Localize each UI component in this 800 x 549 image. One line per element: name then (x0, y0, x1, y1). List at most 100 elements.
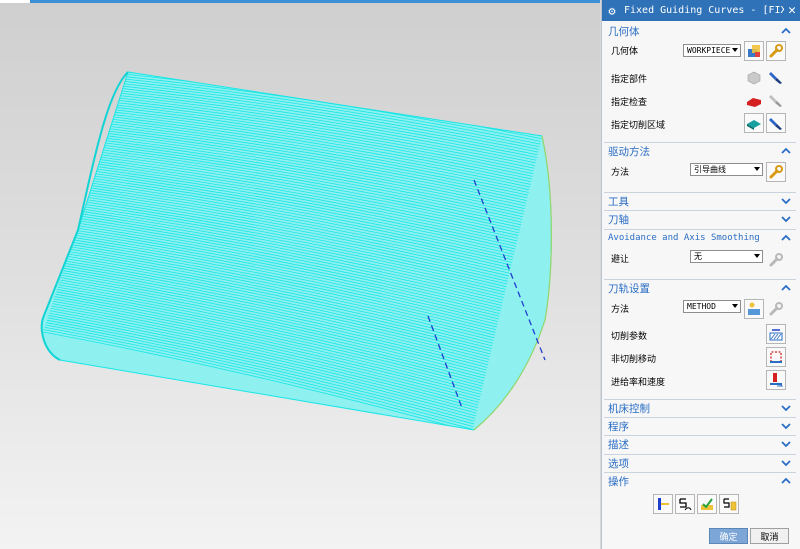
noncut-moves-button[interactable] (766, 347, 786, 367)
chevron-down-icon (781, 198, 791, 205)
chevron-down-icon (781, 405, 791, 412)
avoid-value: 无 (694, 252, 702, 261)
section-program-header[interactable]: 程序 (604, 417, 796, 434)
path-method-label: 方法 (611, 305, 630, 315)
feeds-speeds-button[interactable] (766, 370, 786, 390)
check-select-icon (747, 98, 761, 107)
geometry-edit-button[interactable] (766, 41, 786, 61)
section-options-title: 选项 (608, 457, 629, 470)
chevron-down-icon (781, 460, 791, 467)
geometry-select-value: WORKPIECE (687, 46, 731, 55)
generate-icon (658, 498, 669, 510)
graphics-viewport[interactable] (0, 0, 600, 549)
section-description-header[interactable]: 描述 (604, 435, 796, 452)
verify-icon (701, 498, 713, 510)
part-select-icon (747, 71, 761, 85)
chevron-down-icon (732, 304, 738, 308)
avoid-edit-button[interactable] (766, 250, 786, 270)
drive-method-value: 引导曲线 (694, 165, 726, 174)
path-method-value: METHOD (687, 302, 716, 311)
section-path-settings-header[interactable]: 刀轨设置 (604, 279, 796, 296)
display-check-button[interactable] (766, 90, 786, 110)
cut-params-button[interactable] (766, 324, 786, 344)
specify-cut-area-label: 指定切削区域 (611, 121, 666, 131)
list-button[interactable] (719, 494, 739, 514)
section-description-title: 描述 (608, 438, 629, 451)
section-avoidance-header[interactable]: Avoidance and Axis Smoothing (604, 229, 796, 246)
close-icon[interactable]: ✕ (784, 3, 800, 18)
section-geometry-header[interactable]: 几何体 (604, 23, 796, 40)
cut-params-label: 切削参数 (611, 332, 648, 342)
specify-part-label: 指定部件 (611, 75, 648, 85)
section-path-settings-title: 刀轨设置 (608, 282, 650, 295)
section-tool-axis-header[interactable]: 刀轴 (604, 210, 796, 227)
specify-part-button[interactable] (744, 67, 764, 87)
chevron-down-icon (781, 216, 791, 223)
drive-method-edit-wrench-icon (769, 165, 783, 179)
noncut-moves-label: 非切削移动 (611, 355, 657, 365)
dialog-title: Fixed Guiding Curves - [FIXED... (624, 5, 784, 16)
path-method-select[interactable]: METHOD (683, 300, 741, 313)
display-part-button[interactable] (766, 67, 786, 87)
geometry-edit-wrench-icon (769, 44, 783, 58)
chevron-up-icon (781, 27, 791, 34)
display-cut-area-button[interactable] (766, 113, 786, 133)
section-drive-header[interactable]: 驱动方法 (604, 142, 796, 159)
section-avoidance-title: Avoidance and Axis Smoothing (608, 233, 760, 243)
section-program-title: 程序 (608, 420, 629, 433)
section-actions-header[interactable]: 操作 (604, 472, 796, 489)
specify-cut-area-button[interactable] (744, 113, 764, 133)
drive-method-label: 方法 (611, 168, 630, 178)
chevron-down-icon (754, 254, 760, 258)
drive-method-select[interactable]: 引导曲线 (690, 163, 763, 176)
chevron-up-icon (781, 477, 791, 484)
avoidance-edit-wrench-icon (769, 253, 783, 267)
dialog-titlebar[interactable]: ⚙ Fixed Guiding Curves - [FIXED... ✕ (602, 0, 800, 21)
section-drive-title: 驱动方法 (608, 145, 650, 158)
cut-area-select-icon (747, 120, 761, 130)
chevron-down-icon (732, 48, 738, 52)
replay-icon (679, 498, 692, 511)
chevron-up-icon (781, 147, 791, 154)
avoid-label: 避让 (611, 255, 630, 265)
ok-button[interactable]: 确定 (709, 528, 748, 544)
method-edit-button[interactable] (766, 299, 786, 319)
feeds-speeds-label: 进给率和速度 (611, 378, 666, 388)
chevron-down-icon (754, 167, 760, 171)
gear-icon: ⚙ (608, 3, 616, 18)
cancel-button[interactable]: 取消 (750, 528, 789, 544)
chevron-down-icon (781, 441, 791, 448)
method-create-button[interactable] (744, 299, 764, 319)
part-flashlight-icon (769, 72, 782, 84)
section-machine-control-title: 机床控制 (608, 402, 650, 415)
avoid-select[interactable]: 无 (690, 250, 763, 263)
drive-method-edit-button[interactable] (766, 162, 786, 182)
specify-check-button[interactable] (744, 90, 764, 110)
method-create-icon (748, 302, 760, 315)
section-tool-header[interactable]: 工具 (604, 192, 796, 209)
chevron-up-icon (781, 234, 791, 241)
section-tool-title: 工具 (608, 195, 629, 208)
geometry-select[interactable]: WORKPIECE (683, 44, 741, 57)
feeds-speeds-icon (770, 373, 784, 387)
list-icon (723, 498, 737, 511)
geometry-label: 几何体 (611, 47, 639, 57)
replay-button[interactable] (675, 494, 695, 514)
generate-button[interactable] (653, 494, 673, 514)
workpiece-select-button[interactable] (744, 41, 764, 61)
section-machine-control-header[interactable]: 机床控制 (604, 399, 796, 416)
section-actions-title: 操作 (608, 475, 629, 488)
check-flashlight-icon (769, 95, 782, 107)
actions-toolbar (653, 494, 739, 514)
noncut-moves-icon (770, 351, 782, 363)
cut-params-icon (769, 329, 783, 341)
specify-check-label: 指定检查 (611, 98, 648, 108)
section-options-header[interactable]: 选项 (604, 454, 796, 471)
method-edit-wrench-icon (769, 302, 783, 316)
verify-button[interactable] (697, 494, 717, 514)
section-geometry-title: 几何体 (608, 26, 640, 38)
chevron-up-icon (781, 284, 791, 291)
toolpath-canvas (40, 71, 552, 431)
section-tool-axis-title: 刀轴 (608, 213, 629, 226)
cut-area-flashlight-icon (769, 118, 782, 130)
